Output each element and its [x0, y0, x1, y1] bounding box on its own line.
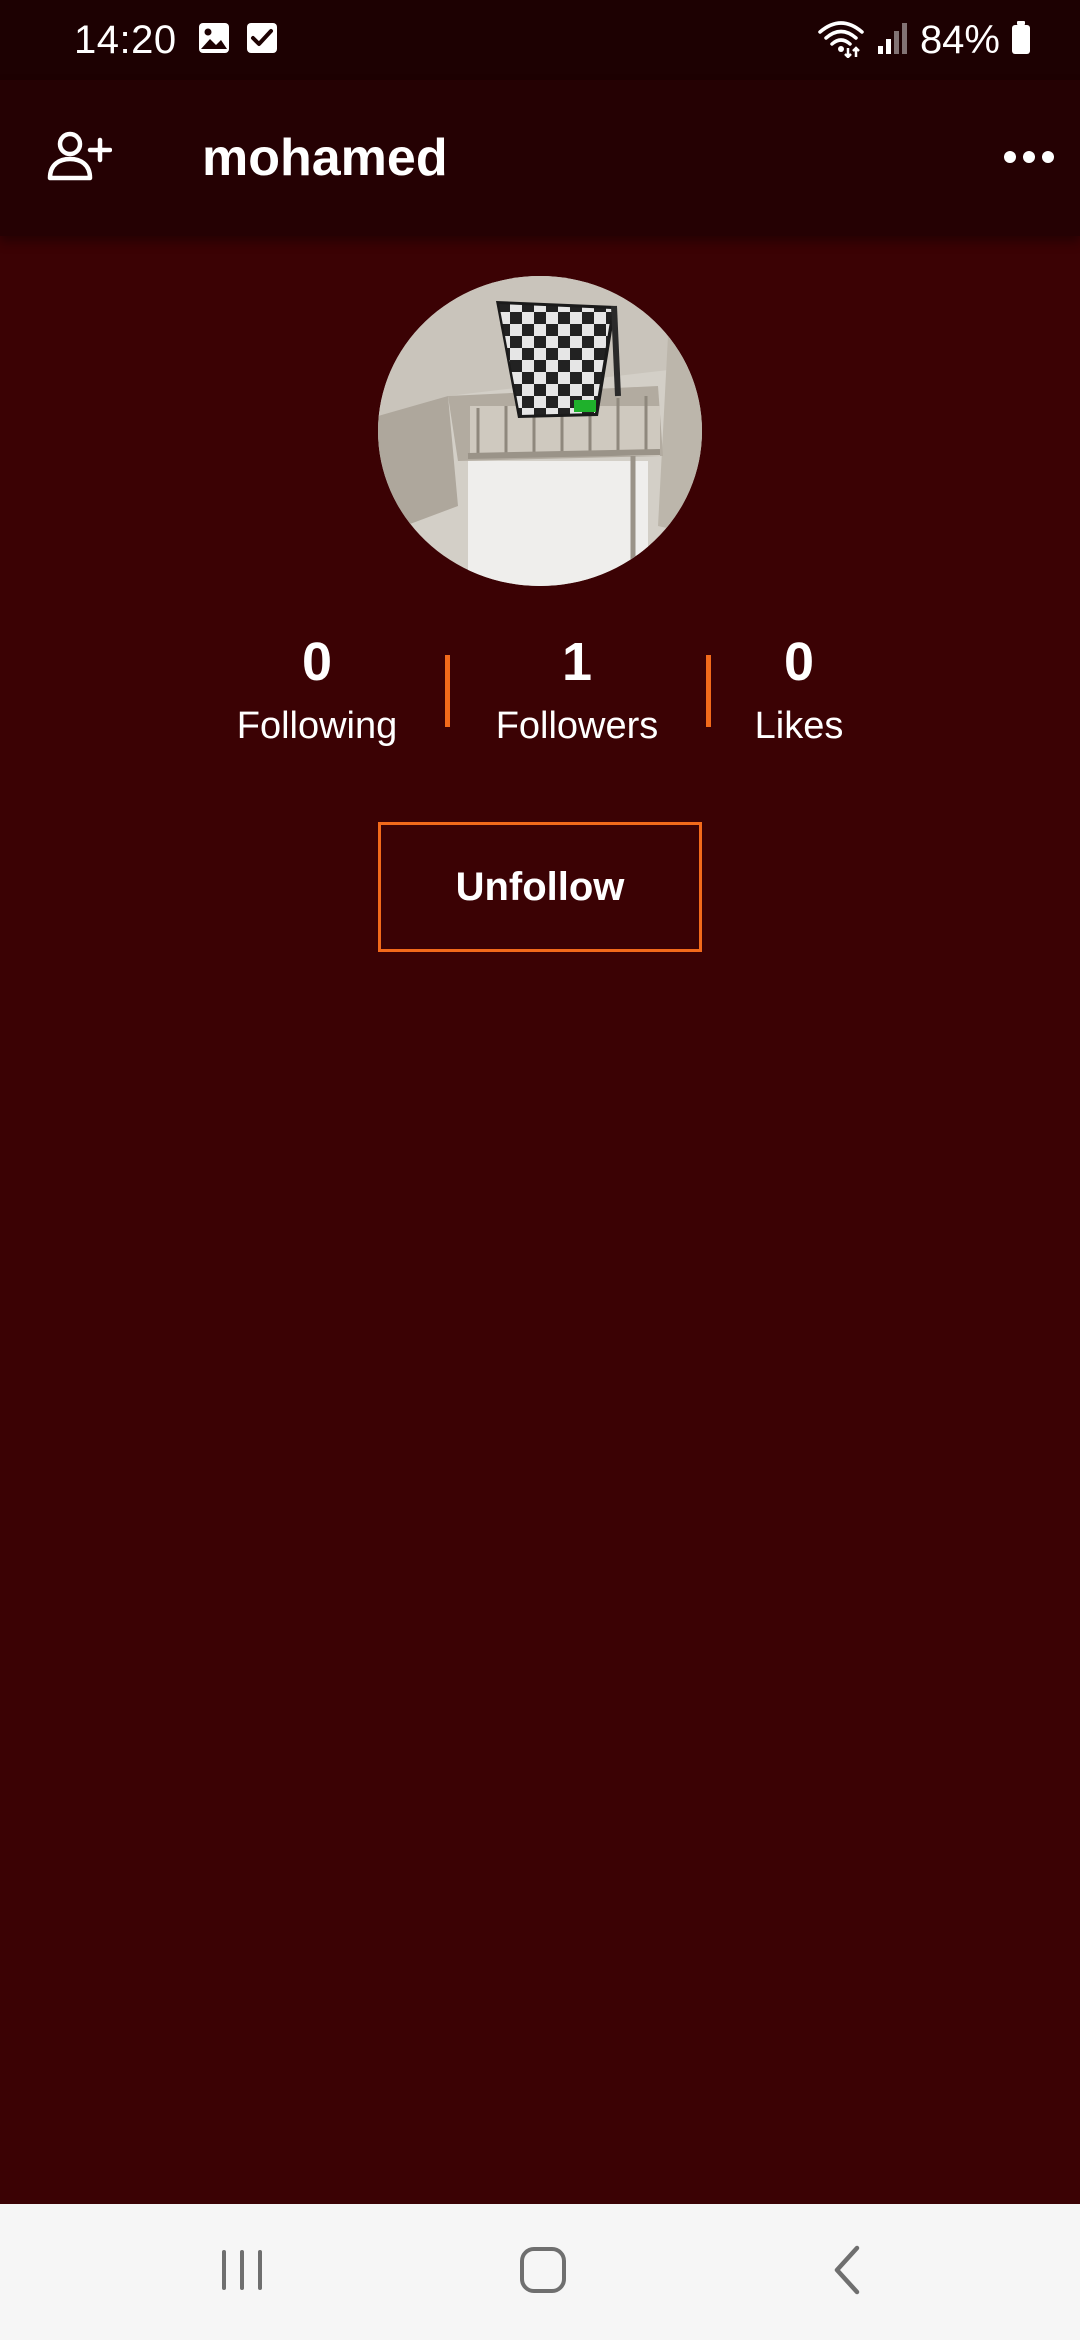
signal-icon — [876, 20, 910, 61]
followers-count: 1 — [561, 632, 593, 692]
wifi-icon — [816, 18, 866, 63]
unfollow-button[interactable]: Unfollow — [378, 822, 702, 952]
battery-icon — [1010, 20, 1032, 61]
gallery-icon — [197, 21, 231, 60]
likes-count: 0 — [783, 632, 815, 692]
more-icon — [1003, 149, 1055, 170]
app-bar: mohamed — [0, 80, 1080, 236]
battery-percentage: 84% — [919, 17, 1000, 62]
avatar[interactable] — [378, 276, 702, 586]
add-user-button[interactable] — [36, 120, 122, 196]
profile-username: mohamed — [202, 129, 448, 187]
checkbox-icon — [245, 21, 279, 60]
home-button[interactable] — [488, 2224, 598, 2320]
stat-likes[interactable]: 0 Likes — [755, 620, 844, 748]
following-count: 0 — [301, 632, 333, 692]
back-button[interactable] — [792, 2224, 902, 2320]
likes-label: Likes — [754, 705, 844, 747]
navigation-bar — [0, 2204, 1080, 2340]
stat-followers[interactable]: 1 Followers — [496, 620, 659, 748]
followers-label: Followers — [495, 705, 659, 747]
stat-divider — [445, 655, 450, 727]
stat-divider — [706, 655, 711, 727]
more-options-button[interactable] — [994, 124, 1064, 194]
status-time: 14:20 — [74, 17, 177, 62]
recent-apps-button[interactable] — [187, 2224, 297, 2320]
status-system-icons: 84% — [816, 18, 1032, 63]
profile-stats: 0 Following 1 Followers 0 Likes — [0, 620, 1080, 770]
stat-following[interactable]: 0 Following — [237, 620, 398, 748]
recent-apps-icon — [218, 2248, 266, 2297]
home-icon — [518, 2245, 568, 2300]
status-bar: 14:20 84% — [0, 0, 1080, 80]
add-user-icon — [46, 130, 113, 187]
back-icon — [827, 2244, 867, 2301]
following-label: Following — [236, 705, 398, 747]
status-notification-icons — [197, 21, 279, 60]
